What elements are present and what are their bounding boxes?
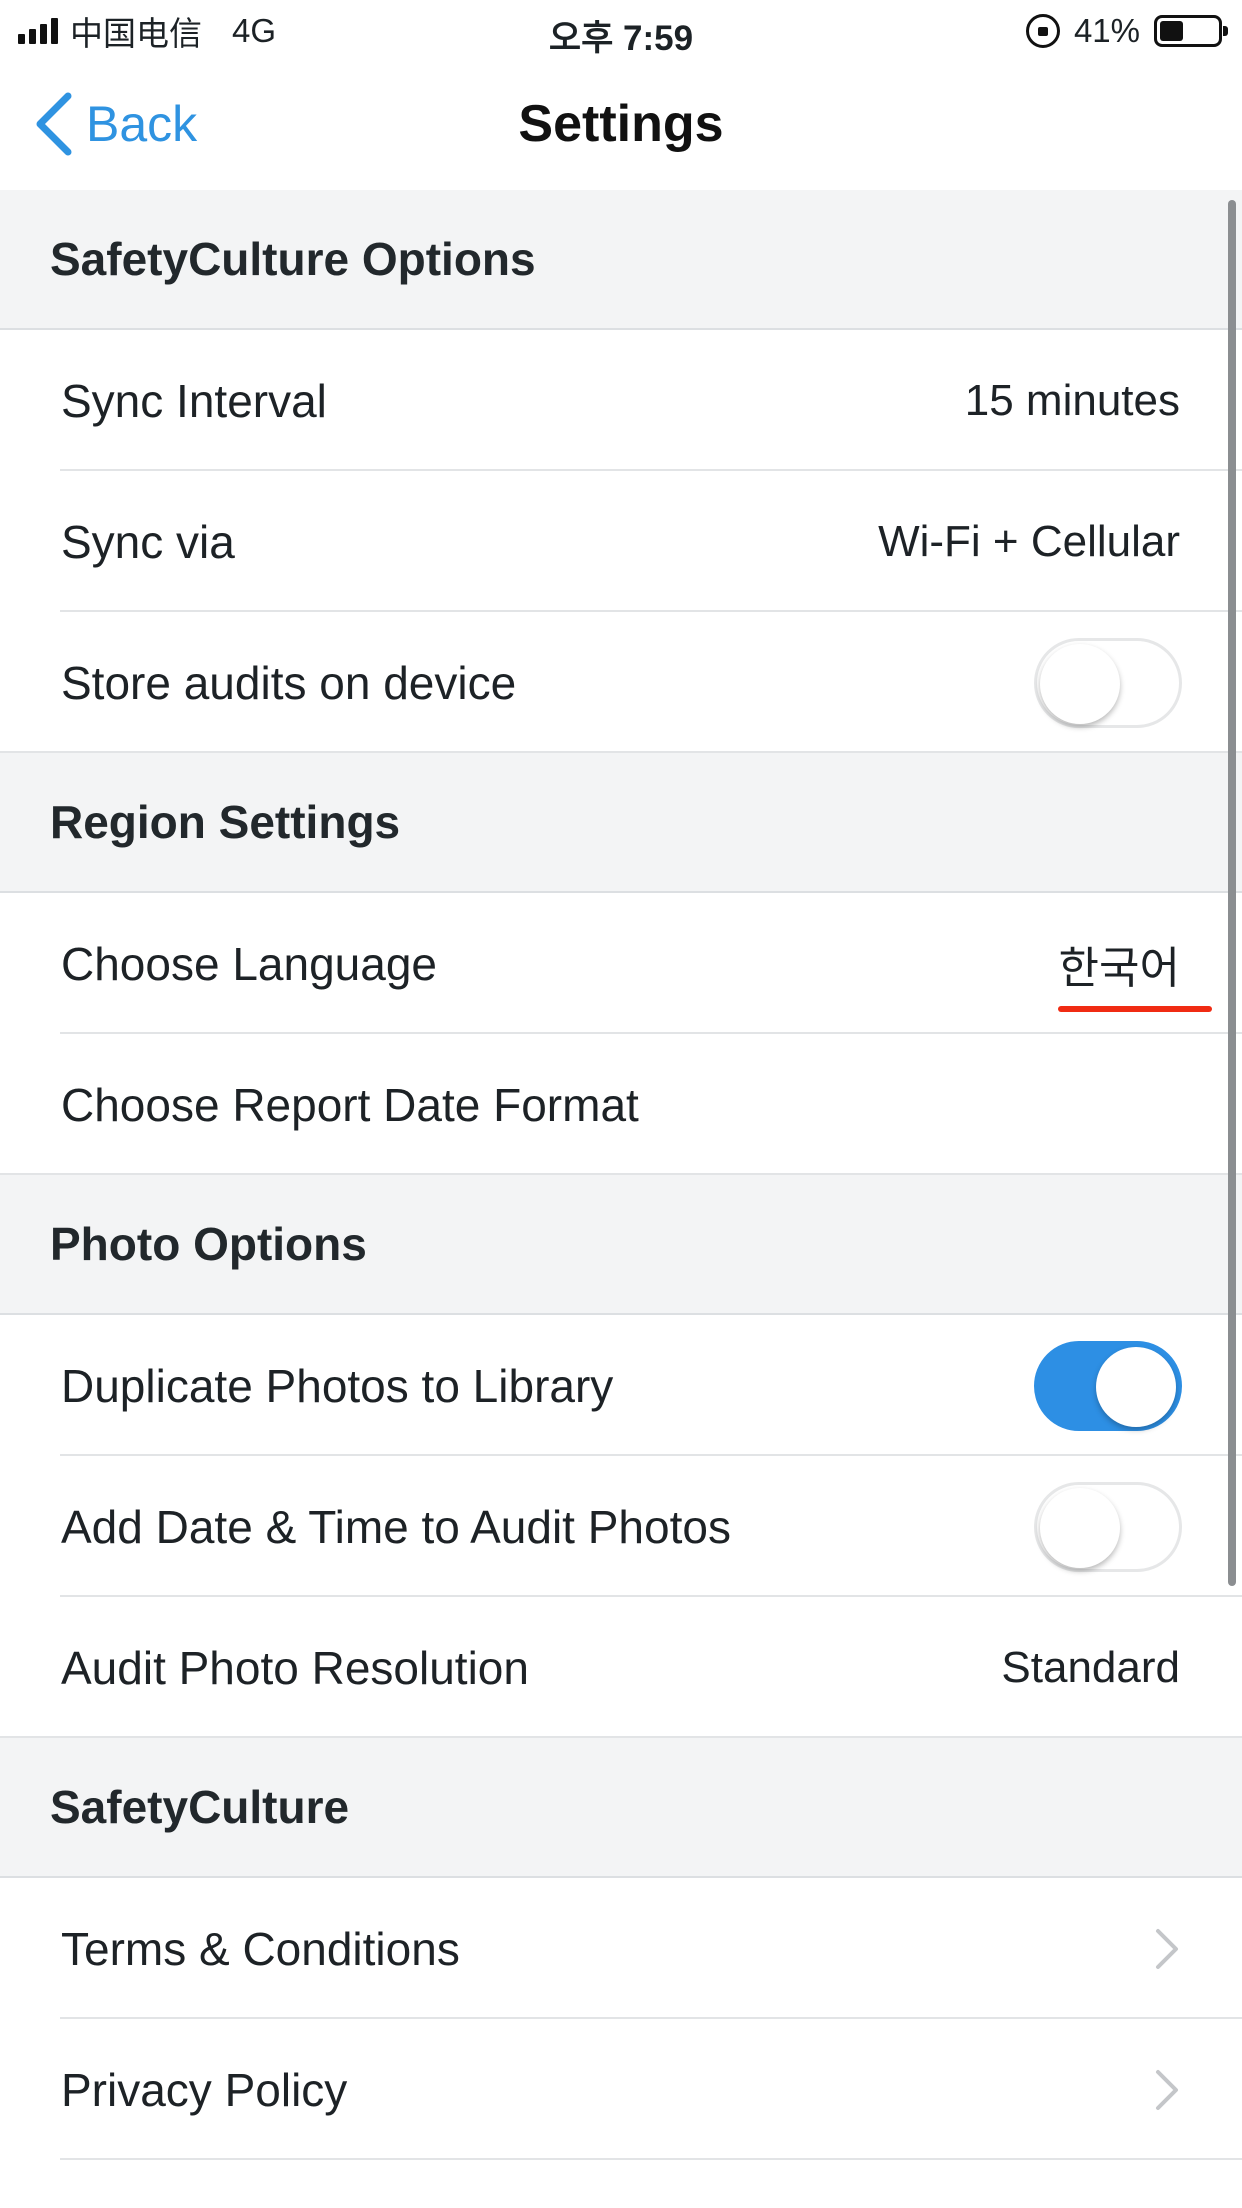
sync-interval-value: 15 minutes xyxy=(964,375,1180,425)
choose-language-value: 한국어 xyxy=(1058,943,1180,993)
duplicate-photos-label: Duplicate Photos to Library xyxy=(61,1359,614,1412)
row-add-datetime: Add Date & Time to Audit Photos xyxy=(0,1456,1242,1597)
page-title: Settings xyxy=(518,95,724,153)
add-datetime-toggle[interactable] xyxy=(1034,1481,1182,1572)
row-report-date-format[interactable]: Choose Report Date Format xyxy=(0,1034,1242,1175)
toggle-knob xyxy=(1040,1487,1120,1568)
toggle-knob xyxy=(1096,1346,1176,1427)
toggle-knob xyxy=(1040,643,1120,724)
row-privacy-policy[interactable]: Privacy Policy xyxy=(0,2019,1242,2160)
photo-resolution-label: Audit Photo Resolution xyxy=(61,1641,529,1694)
chevron-right-icon xyxy=(1156,2069,1178,2110)
report-date-format-label: Choose Report Date Format xyxy=(61,1078,639,1131)
navigation-bar: Back Settings xyxy=(0,62,1242,190)
terms-label: Terms & Conditions xyxy=(61,1922,460,1975)
rotation-lock-icon xyxy=(1025,14,1060,48)
row-sync-interval[interactable]: Sync Interval 15 minutes xyxy=(0,330,1242,471)
status-right: 41% xyxy=(1025,10,1228,52)
sync-via-label: Sync via xyxy=(61,515,235,568)
row-sync-via[interactable]: Sync via Wi-Fi + Cellular xyxy=(0,471,1242,612)
sync-interval-label: Sync Interval xyxy=(61,374,327,427)
annotation-underline xyxy=(1058,1006,1212,1012)
chevron-right-icon xyxy=(1156,1928,1178,1969)
section-header-safetyculture: SafetyCulture xyxy=(0,1738,1242,1878)
battery-level-fill xyxy=(1160,21,1183,41)
sync-via-value: Wi-Fi + Cellular xyxy=(878,516,1180,566)
row-choose-language[interactable]: Choose Language 한국어 xyxy=(0,893,1242,1034)
settings-list[interactable]: SafetyCulture Options Sync Interval 15 m… xyxy=(0,190,1242,2160)
row-duplicate-photos: Duplicate Photos to Library xyxy=(0,1315,1242,1456)
section-header-safetyculture-options: SafetyCulture Options xyxy=(0,190,1242,330)
photo-resolution-value: Standard xyxy=(1001,1642,1180,1692)
row-photo-resolution[interactable]: Audit Photo Resolution Standard xyxy=(0,1597,1242,1738)
battery-percent: 41% xyxy=(1073,12,1140,49)
status-bar: 中国电信 4G 오후 7:59 41% xyxy=(0,0,1242,62)
row-store-audits: Store audits on device xyxy=(0,612,1242,753)
choose-language-label: Choose Language xyxy=(61,937,437,990)
row-terms-conditions[interactable]: Terms & Conditions xyxy=(0,1878,1242,2019)
add-datetime-label: Add Date & Time to Audit Photos xyxy=(61,1500,731,1553)
duplicate-photos-toggle[interactable] xyxy=(1034,1340,1182,1431)
section-header-photo-options: Photo Options xyxy=(0,1175,1242,1315)
store-audits-toggle[interactable] xyxy=(1034,637,1182,728)
battery-icon xyxy=(1154,15,1228,47)
scrollbar[interactable] xyxy=(1228,200,1236,1586)
section-header-region-settings: Region Settings xyxy=(0,753,1242,893)
store-audits-label: Store audits on device xyxy=(61,656,517,709)
privacy-label: Privacy Policy xyxy=(61,2063,348,2116)
